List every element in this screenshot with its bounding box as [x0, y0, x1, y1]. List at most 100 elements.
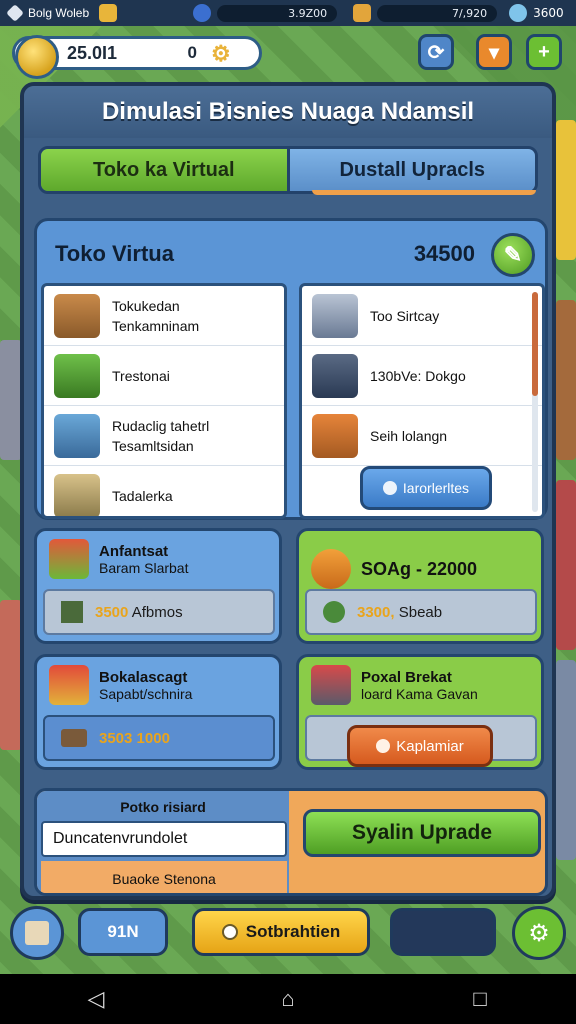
refresh-icon: ⟳: [427, 41, 445, 64]
tools-icon: [312, 293, 358, 338]
background-building: [556, 480, 576, 650]
resource-2-value: 7/,920: [377, 4, 498, 22]
resource-3-value: 3600: [533, 6, 564, 20]
stat-card[interactable]: SOAg - 22000 3300, Sbeab: [296, 528, 544, 644]
add-button[interactable]: +: [526, 34, 562, 70]
stat-header: SOAg - 22000: [311, 549, 477, 589]
claim-button[interactable]: Kaplamiar: [347, 725, 493, 767]
refresh-button[interactable]: ⟳: [418, 34, 454, 70]
list-item[interactable]: Trestonai: [44, 346, 284, 406]
stat-card[interactable]: Anfantsat Baram Slarbat 3500 Afbmos: [34, 528, 282, 644]
list-item[interactable]: Rudaclig tahetrl Tesamltsidan: [44, 406, 284, 466]
upgrade-sub-label: Buaoke Stenona: [41, 861, 287, 893]
dropdown-button[interactable]: ▾: [476, 34, 512, 70]
stat-title: Anfantsat: [99, 542, 169, 560]
list-item[interactable]: Seih lolangn: [302, 406, 542, 466]
gem-icon[interactable]: [509, 4, 528, 22]
list-item[interactable]: Too Sirtcay: [302, 286, 542, 346]
store-list-right: Too Sirtcay 130bVe: Dokgo Seih lolangn I…: [299, 283, 545, 519]
cube-icon: [61, 601, 83, 623]
stat-subtitle: loard Kama Gavan: [361, 685, 478, 702]
home-icon[interactable]: ⌂: [258, 986, 318, 1012]
book-icon[interactable]: [353, 4, 372, 22]
list-item-label: Trestonai: [112, 367, 170, 384]
coin-stack-icon: [15, 35, 59, 79]
gear-icon: ⚙: [528, 919, 550, 947]
gears-icon: ⚙: [211, 41, 231, 66]
stat-value: 3300,: [357, 603, 395, 621]
basket-icon: [311, 549, 351, 589]
stat-header: Bokalascagt Sapabt/schnira: [49, 665, 192, 705]
stat-detail: 3503 1000: [43, 715, 275, 761]
edit-button[interactable]: ✎: [491, 233, 535, 277]
store-header: Toko Virtua 34500 ✎: [55, 231, 535, 277]
stat-subtitle: Baram Slarbat: [99, 559, 189, 576]
money-value: 25.0I1: [67, 42, 118, 63]
plus-icon: +: [538, 40, 550, 63]
main-action-label: Sotbrahtien: [245, 922, 341, 941]
settings-button[interactable]: ⚙: [512, 906, 566, 960]
stat-title: Bokalascagt: [99, 668, 188, 686]
level-badge[interactable]: 91N: [78, 908, 168, 956]
list-item[interactable]: 130bVe: Dokgo: [302, 346, 542, 406]
store-amount: 34500: [413, 241, 475, 266]
list-item[interactable]: Tokukedan Tenkamninam: [44, 286, 284, 346]
empty-slot[interactable]: [390, 908, 496, 956]
stat-value: 3500: [95, 603, 129, 621]
stat-header: Poxal Brekat loard Kama Gavan: [311, 665, 478, 705]
scrollbar-thumb[interactable]: [532, 292, 538, 396]
vegetables-icon: [49, 539, 89, 579]
list-item-label: 130bVe: Dokgo: [370, 367, 466, 384]
tab-accent-line: [312, 190, 536, 195]
map-button[interactable]: [10, 906, 64, 960]
stat-detail: 3500 Afbmos: [43, 589, 275, 635]
recents-icon[interactable]: □: [450, 986, 510, 1012]
store-action-label: Iarorlerltes: [402, 480, 470, 496]
stat-detail: 3300, Sbeab: [305, 589, 537, 635]
shop-building-icon: [54, 413, 100, 458]
money-counter[interactable]: 25.0I1 0 ⚙: [12, 35, 262, 79]
gold-icon[interactable]: [99, 4, 118, 22]
back-icon[interactable]: ◁: [66, 986, 126, 1012]
claim-button-label: Kaplamiar: [396, 737, 464, 755]
status-bar: Bolg Woleb 3.9Z00 7/,920 3600: [0, 0, 576, 26]
background-building: [556, 660, 576, 860]
stat-card[interactable]: Bokalascagt Sapabt/schnira 3503 1000: [34, 654, 282, 770]
business-name-field[interactable]: Duncatenvrundolet: [41, 821, 287, 857]
diamond-icon: [6, 4, 24, 22]
resource-1-value: 3.9Z00: [217, 4, 338, 22]
stat-title: Poxal Brekat: [361, 668, 452, 686]
stat-value: 3503: [99, 729, 133, 747]
shield-icon[interactable]: [193, 4, 212, 22]
list-item-label: Seih lolangn: [370, 427, 448, 444]
tab-virtual-store[interactable]: Toko ka Virtual: [41, 149, 290, 191]
background-building: [0, 340, 22, 460]
tower-icon: [312, 353, 358, 398]
stat-card[interactable]: Poxal Brekat loard Kama Gavan Kaplamiar: [296, 654, 544, 770]
list-item-label: Tokukedan Tenkamninam: [112, 297, 200, 334]
main-action-button[interactable]: Sotbrahtien: [192, 908, 370, 956]
store-card: Toko Virtua 34500 ✎ Tokukedan Tenkamnina…: [34, 218, 548, 520]
panel-title: Dimulasi Bisnies Nuaga Ndamsil: [24, 86, 552, 138]
background-building: [0, 600, 22, 750]
tab-upgrades[interactable]: Dustall Upracls: [289, 149, 535, 191]
market-stall-icon: [49, 665, 89, 705]
upgrade-form-label: Potko risiard: [120, 799, 206, 815]
stat-unit: Afbmos: [131, 603, 183, 621]
background-building: [556, 120, 576, 260]
level-value: 91N: [107, 922, 139, 941]
money-secondary-value: 0: [187, 43, 197, 62]
player-name: Bolg Woleb: [28, 6, 90, 20]
map-icon: [25, 921, 49, 945]
crate-icon: [54, 293, 100, 338]
vendor-cart-icon: [311, 665, 351, 705]
player-info[interactable]: Bolg Woleb: [6, 4, 89, 22]
store-action-button[interactable]: Iarorlerltes: [360, 466, 492, 510]
pencil-icon: ✎: [503, 242, 523, 267]
stat-unit: 1000: [136, 729, 170, 747]
system-nav-bar: ◁ ⌂ □: [0, 974, 576, 1024]
upgrade-card: Potko risiard Duncatenvrundolet Buaoke S…: [34, 788, 548, 896]
upgrade-button[interactable]: Syalin Uprade: [303, 809, 541, 857]
leaf-icon: [323, 601, 345, 623]
list-item[interactable]: Tadalerka: [44, 466, 284, 516]
